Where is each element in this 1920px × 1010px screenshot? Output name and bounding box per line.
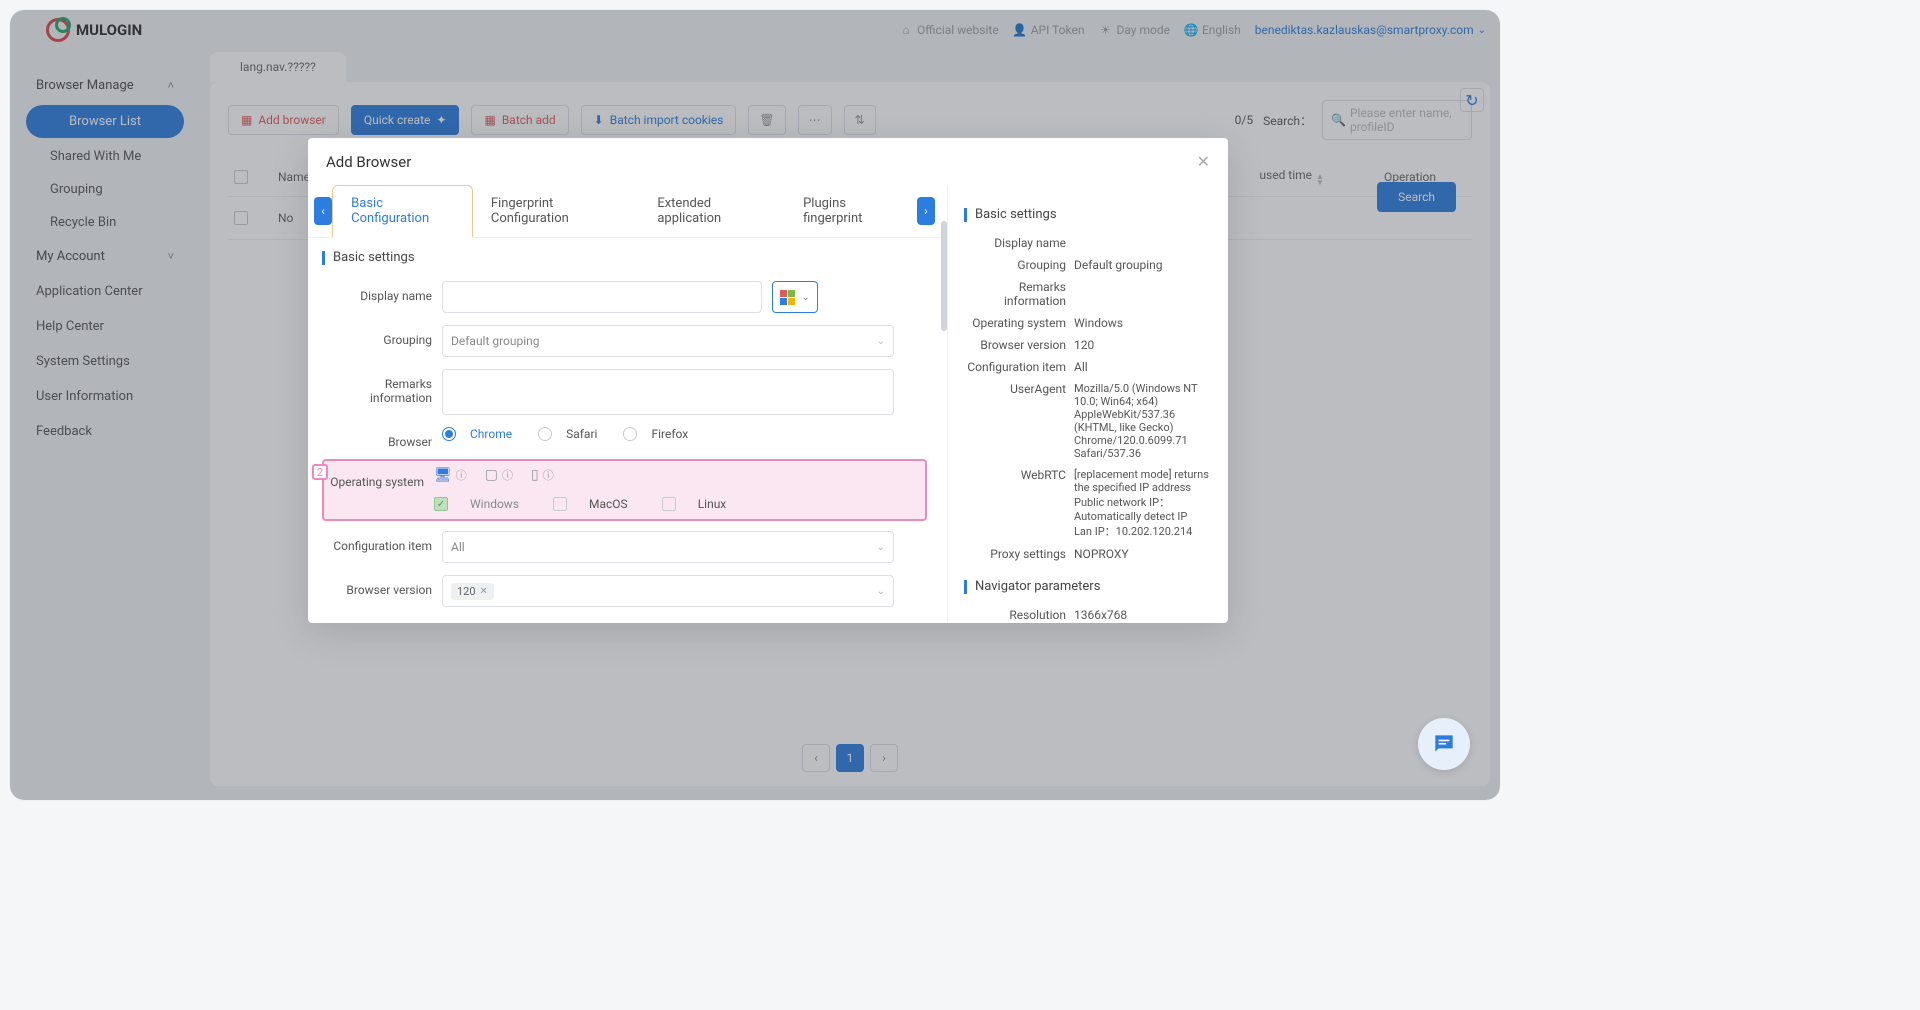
modal-summary: Basic settings Display name GroupingDefa…: [948, 185, 1228, 623]
info-icon: ⓘ: [456, 467, 467, 483]
device-tablet[interactable]: ▢ⓘ: [485, 467, 513, 483]
radio-firefox[interactable]: [623, 427, 637, 441]
os-checkboxes: Windows MacOS Linux: [328, 497, 921, 511]
device-icons: 🖥ⓘ ▢ⓘ ▯ⓘ: [434, 467, 554, 483]
checkbox-linux[interactable]: [662, 497, 676, 511]
row-browser: Browser Chrome Safari Firefox: [308, 421, 941, 455]
windows-icon: [780, 290, 795, 305]
modal-footer: Cancel Save: [308, 613, 941, 623]
chat-icon: [1431, 731, 1457, 757]
modal-header: Add Browser ✕: [308, 138, 1228, 185]
chevron-down-icon: ⌄: [877, 586, 885, 597]
browser-version-select[interactable]: 120✕ ⌄: [442, 575, 894, 607]
row-config-item: Configuration item All⌄: [308, 525, 941, 569]
modal-tab-strip: ‹ Basic Configuration Fingerprint Config…: [308, 185, 941, 238]
checkbox-windows[interactable]: [434, 497, 448, 511]
tab-scroll-left[interactable]: ‹: [314, 197, 332, 225]
info-icon: ⓘ: [502, 467, 513, 483]
tab-basic-config[interactable]: Basic Configuration: [332, 185, 473, 238]
close-icon[interactable]: ✕: [480, 586, 488, 597]
display-name-input[interactable]: [442, 281, 762, 313]
chevron-down-icon: ⌄: [877, 336, 885, 347]
summary-section-basic: Basic settings: [964, 207, 1212, 222]
close-icon[interactable]: ✕: [1197, 152, 1210, 171]
modal-title: Add Browser: [326, 153, 411, 171]
radio-safari[interactable]: [538, 427, 552, 441]
tab-plugins-fingerprint[interactable]: Plugins fingerprint: [785, 186, 917, 236]
tab-fingerprint-config[interactable]: Fingerprint Configuration: [473, 186, 639, 236]
modal-body: ‹ Basic Configuration Fingerprint Config…: [308, 185, 1228, 623]
info-icon: ⓘ: [543, 467, 554, 483]
tab-extended-app[interactable]: Extended application: [639, 186, 785, 236]
os-selector-button[interactable]: ⌄: [772, 281, 818, 313]
checkbox-macos[interactable]: [553, 497, 567, 511]
version-chip[interactable]: 120✕: [451, 583, 494, 600]
summary-section-navigator: Navigator parameters: [964, 579, 1212, 594]
radio-chrome[interactable]: [442, 427, 456, 441]
row-grouping: Grouping Default grouping⌄: [308, 319, 941, 363]
row-remarks: Remarks information: [308, 363, 941, 421]
chevron-down-icon: ⌄: [877, 542, 885, 553]
tab-scroll-right[interactable]: ›: [917, 197, 935, 225]
row-display-name: Display name ⌄: [308, 275, 941, 319]
config-item-select[interactable]: All⌄: [442, 531, 894, 563]
chevron-down-icon: ⌄: [801, 292, 809, 303]
app-frame: MULOGIN ⌂Official website 👤API Token ☀Da…: [10, 10, 1500, 800]
add-browser-modal: Add Browser ✕ ‹ Basic Configuration Fing…: [308, 138, 1228, 623]
step-badge: 2: [312, 464, 328, 480]
grouping-select[interactable]: Default grouping⌄: [442, 325, 894, 357]
section-basic-settings: Basic settings: [322, 250, 941, 265]
os-highlight-box: 2 Operating system 🖥ⓘ ▢ⓘ ▯ⓘ Windows: [322, 459, 927, 521]
device-desktop[interactable]: 🖥ⓘ: [434, 467, 467, 483]
chat-bubble[interactable]: [1418, 718, 1470, 770]
device-mobile[interactable]: ▯ⓘ: [531, 467, 554, 483]
modal-left: ‹ Basic Configuration Fingerprint Config…: [308, 185, 948, 623]
scrollbar[interactable]: [941, 221, 947, 331]
remarks-textarea[interactable]: [442, 369, 894, 415]
row-browser-version: Browser version 120✕⌄: [308, 569, 941, 613]
